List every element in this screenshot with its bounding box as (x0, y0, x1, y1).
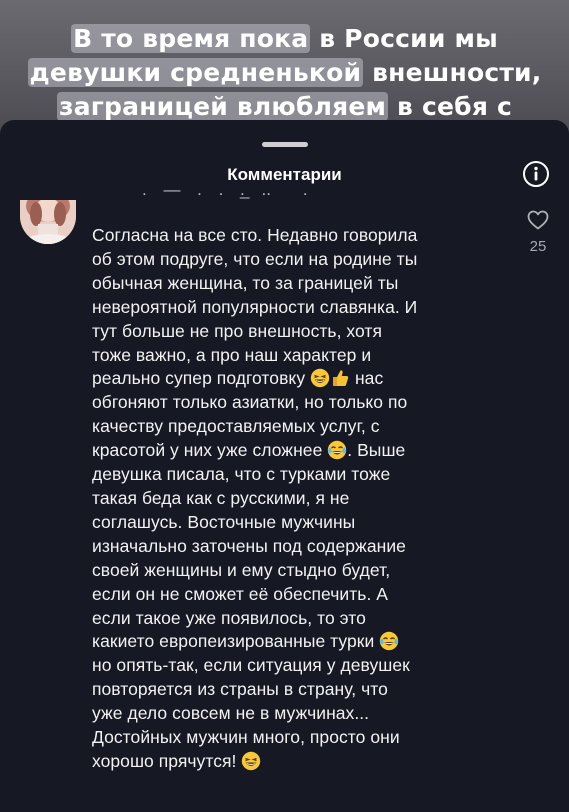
video-background[interactable]: В то время пока в России мы девушки средн… (0, 0, 569, 140)
comment-text-fragment: соглашусь. Восточные мужчины (92, 511, 356, 532)
drag-handle[interactable] (262, 142, 308, 147)
comment-line: но опять-так, если ситуация у девушек (92, 654, 502, 678)
comments-sheet: Комментарии . — . . _ . . . ' . Согласна… (0, 120, 569, 812)
comment-text-fragment: повторяется из страны в страну, что (92, 679, 388, 700)
tears-of-joy-emoji (380, 632, 399, 651)
comment-line: повторяется из страны в страну, что (92, 678, 502, 702)
comment-text-fragment: если такое уже появилось, то это (92, 607, 366, 628)
comment-line: обычная женщина, то за границей ты (92, 272, 502, 296)
sheet-title: Комментарии (227, 165, 342, 184)
comment-text-fragment: такая беда как с русскими, я не (92, 487, 350, 508)
comment-text-fragment: Согласна на все сто. Недавно говорила (92, 225, 418, 245)
heart-outline-icon[interactable] (526, 208, 550, 232)
comment-text-fragment: . Выше (347, 440, 406, 461)
comment-text-fragment: нас (350, 368, 384, 389)
comment-text-fragment: хорошо прячутся! (92, 750, 242, 771)
comment-text-fragment: своей женщины и ему стыдно будет, (92, 559, 391, 580)
caption-line: заграницей влюбляем в себя с (0, 90, 569, 124)
like-column: 25 (520, 208, 556, 256)
comment-text-fragment: какието европеизированные турки (92, 631, 380, 652)
comment-line: обгоняют только азиатки, но только по (92, 391, 502, 415)
caption-fragment: девушки средненькой (27, 58, 364, 87)
screen: В то время пока в России мы девушки средн… (0, 0, 569, 812)
info-icon[interactable] (522, 160, 550, 188)
comment-line: реально супер подготовку нас (92, 367, 502, 391)
comment-line: изначально заточены под содержание (92, 535, 502, 559)
comment-text-fragment: но опять-так, если ситуация у девушек (92, 655, 410, 676)
comment-text-fragment: красотой у них уже сложнее (92, 440, 328, 461)
author-name-cutoff[interactable]: . — . . _ . . . ' . (90, 190, 390, 210)
comment-line: невероятной популярности славянка. И (92, 296, 502, 320)
comment-text-fragment: если он не сможет её обеспечить. А (92, 583, 389, 604)
comment-line: тоже важно, а про наш характер и (92, 344, 502, 368)
comment-line: хорошо прячутся! (92, 750, 502, 774)
comment-line: такая беда как с русскими, я не (92, 487, 502, 511)
comment-line: девушка писала, что с турками тоже (92, 463, 502, 487)
comment-text-fragment: уже дело совсем не в мужчинах... (92, 703, 370, 724)
comment-line: какието европеизированные турки (92, 630, 502, 654)
caption-fragment: заграницей влюбляем (56, 92, 389, 121)
comment-text-fragment: тоже важно, а про наш характер и (92, 344, 372, 365)
comment-text-fragment: девушка писала, что с турками тоже (92, 464, 391, 485)
caption-fragment: в России мы (310, 24, 498, 53)
comment-line: уже дело совсем не в мужчинах... (92, 702, 502, 726)
comment-line: Достойных мужчин много, просто они (92, 726, 502, 750)
caption-line: В то время пока в России мы (0, 22, 569, 56)
comment-text-fragment: обычная женщина, то за границей ты (92, 272, 399, 293)
comment-line: если такое уже появилось, то это (92, 607, 502, 631)
thumbs-up-emoji (333, 370, 349, 387)
comment-text-fragment: тут больше не про внешность, хотя (92, 320, 383, 341)
grinning-squinting-emoji (310, 369, 330, 388)
comment-line: соглашусь. Восточные мужчины (92, 511, 502, 535)
comment-line: об этом подруге, что если на родине ты (92, 248, 502, 272)
comment-line: своей женщины и ему стыдно будет, (92, 559, 502, 583)
grinning-squinting-emoji (242, 751, 261, 771)
comment-text-fragment: обгоняют только азиатки, но только по (92, 392, 408, 413)
like-count: 25 (529, 238, 547, 255)
caption-fragment: В то время пока (71, 24, 311, 53)
comment-text-fragment: изначально заточены под содержание (92, 535, 406, 556)
tears-of-joy-emoji (328, 440, 347, 460)
caption-fragment: внешности, (363, 58, 542, 87)
comment-line: если он не сможет её обеспечить. А (92, 583, 502, 607)
comment-text-fragment: Достойных мужчин много, просто они (92, 727, 400, 748)
comment-line: тут больше не про внешность, хотя (92, 320, 502, 344)
comment-line: красотой у них уже сложнее . Выше (92, 439, 502, 463)
comment-line: Согласна на все сто. Недавно говорила (92, 224, 502, 248)
caption-line: девушки средненькой внешности, (0, 56, 569, 90)
comment-text-fragment: невероятной популярности славянка. И (92, 296, 418, 317)
comment-text-fragment: качеству предоставляемых услуг, с (92, 416, 380, 437)
caption-fragment: в себя с (388, 92, 512, 121)
avatar[interactable] (20, 200, 76, 244)
comment-line: качеству предоставляемых услуг, с (92, 415, 502, 439)
comment-text-fragment: реально супер подготовку (92, 368, 311, 389)
comment-text-fragment: об этом подруге, что если на родине ты (92, 248, 418, 269)
comment-text: Согласна на все сто. Недавно говорила об … (92, 224, 502, 774)
